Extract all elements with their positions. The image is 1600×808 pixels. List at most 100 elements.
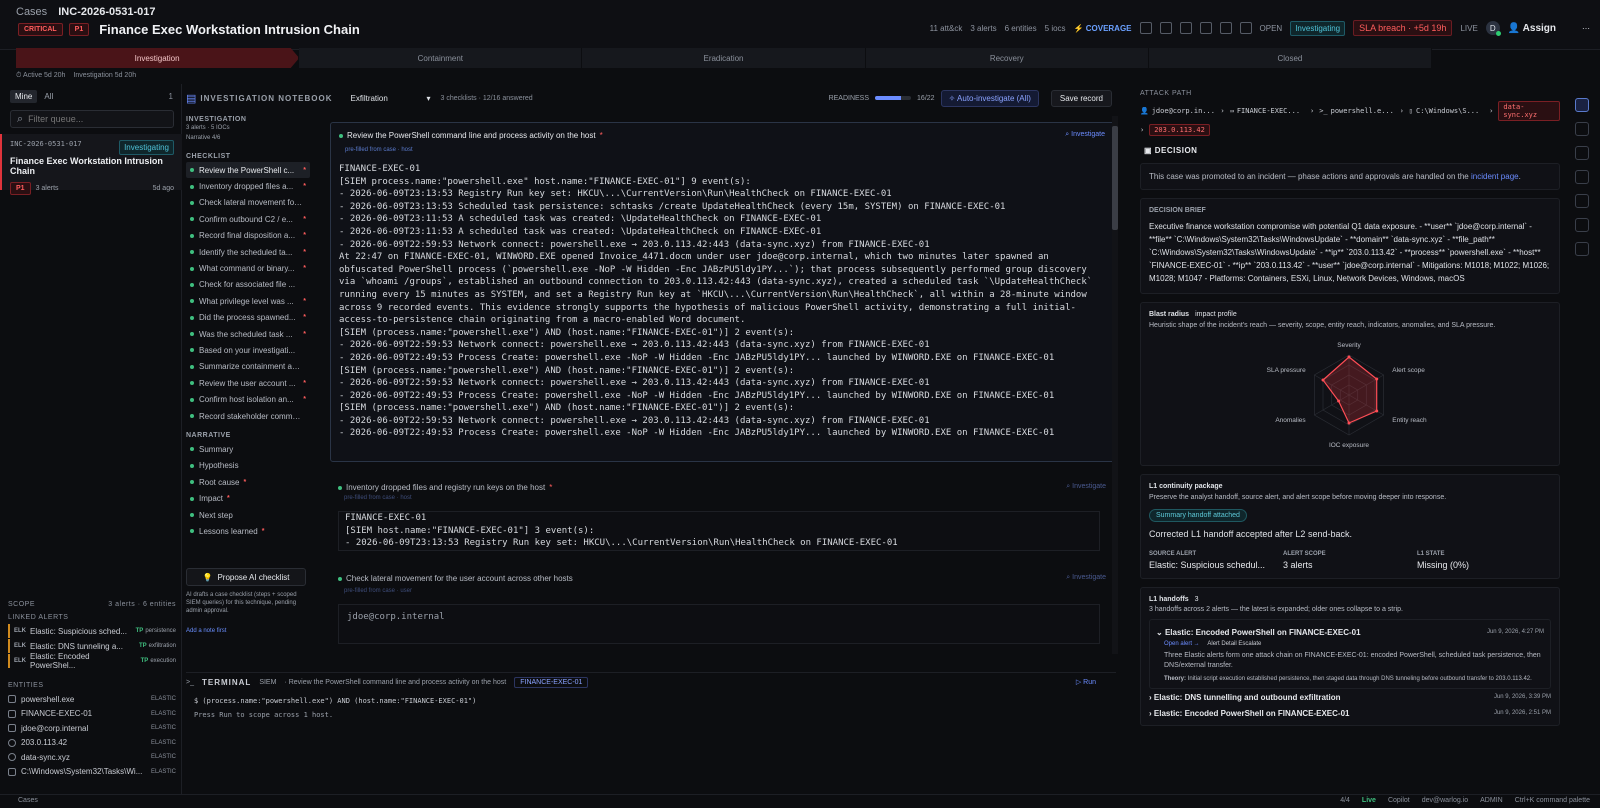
- bug-icon[interactable]: [1199, 22, 1212, 34]
- checklist-item-label: Was the scheduled task ...: [199, 329, 293, 339]
- checklist-item[interactable]: Summarize containment an...: [186, 359, 310, 375]
- checklist-item[interactable]: Check lateral movement for...: [186, 195, 310, 211]
- graph-icon[interactable]: [1575, 242, 1589, 256]
- checklist-item[interactable]: Record stakeholder commu...: [186, 408, 310, 424]
- phase-eradication[interactable]: Eradication: [582, 48, 866, 68]
- tab-all[interactable]: All: [39, 90, 58, 103]
- shield-icon[interactable]: [1575, 122, 1589, 136]
- task-answer[interactable]: FINANCE-EXEC-01 [SIEM host.name:"FINANCE…: [338, 511, 1100, 551]
- coverage-link[interactable]: ⚡ COVERAGE: [1074, 24, 1132, 33]
- ai-icon[interactable]: [1575, 146, 1589, 160]
- attack-path-node[interactable]: >_ powershell.e...: [1319, 107, 1394, 115]
- entity-row[interactable]: C:\Windows\System32\Tasks\Wi... ELASTIC: [8, 765, 176, 780]
- l1-continuity-card: L1 continuity package Preserve the analy…: [1140, 474, 1560, 579]
- checklist-item[interactable]: Record final disposition a... *: [186, 228, 310, 244]
- linked-alert[interactable]: ELK Elastic: Encoded PowerShel... TP execut…: [8, 652, 176, 670]
- investigate-button[interactable]: ⌕ Investigate: [1066, 483, 1106, 491]
- assign-label: Assign: [1522, 22, 1556, 34]
- terminal-query[interactable]: $ (process.name:"powershell.exe") AND (h…: [194, 697, 1116, 705]
- command-palette-hint[interactable]: Ctrl+K command palette: [1515, 797, 1590, 804]
- checklist-item[interactable]: Based on your investigati...: [186, 342, 310, 358]
- checklist-item[interactable]: Review the PowerShell c... *: [186, 162, 310, 179]
- handoff-collapsed[interactable]: › Elastic: Encoded PowerShell on FINANCE…: [1149, 705, 1551, 721]
- entity-row[interactable]: powershell.exe ELASTIC: [8, 692, 176, 707]
- narrative-item[interactable]: Impact *: [186, 490, 310, 506]
- linked-alert[interactable]: ELK Elastic: DNS tunneling a... TP exfiltra…: [8, 639, 176, 653]
- avatar[interactable]: D: [1485, 21, 1501, 36]
- checklist-item[interactable]: Confirm outbound C2 / e... *: [186, 211, 310, 227]
- checklist-item[interactable]: Was the scheduled task ... *: [186, 326, 310, 342]
- phase-investigation[interactable]: Investigation: [16, 48, 300, 68]
- narrative-progress: Narrative 4/6: [186, 135, 221, 141]
- checklist-item[interactable]: Check for associated file ...: [186, 277, 310, 293]
- search-icon[interactable]: [1239, 22, 1252, 34]
- copilot-button[interactable]: Copilot: [1388, 797, 1410, 804]
- open-toggle[interactable]: OPEN: [1260, 24, 1283, 33]
- queue-card[interactable]: INC-2026-0531-017 Investigating Finance …: [0, 134, 182, 195]
- incident-page-link[interactable]: incident page: [1471, 172, 1519, 181]
- checklist-item[interactable]: What privilege level was ... *: [186, 293, 310, 309]
- checklist-item[interactable]: Confirm host isolation an... *: [186, 391, 310, 407]
- source-alert-value[interactable]: Elastic: Suspicious schedul...: [1149, 560, 1283, 570]
- attack-path-node[interactable]: 👤 jdoe@corp.in...: [1140, 107, 1215, 115]
- entity-row[interactable]: data-sync.xyz ELASTIC: [8, 750, 176, 765]
- phase-recovery[interactable]: Recovery: [865, 48, 1149, 68]
- checklist-icon[interactable]: [1575, 218, 1589, 232]
- open-alert-link[interactable]: Open alert →: [1164, 641, 1200, 647]
- status-cases[interactable]: Cases: [18, 797, 38, 804]
- save-record-button[interactable]: Save record: [1050, 89, 1112, 107]
- entity-row[interactable]: jdoe@corp.internal ELASTIC: [8, 721, 176, 736]
- status-badge[interactable]: Investigating: [1290, 20, 1346, 36]
- add-note-link[interactable]: Add a note first: [186, 628, 226, 634]
- assign-button[interactable]: 👤 Assign: [1508, 23, 1556, 34]
- task-answer[interactable]: FINANCE-EXEC-01 [SIEM process.name:"powe…: [339, 163, 1101, 453]
- scrollbar-thumb[interactable]: [1112, 126, 1118, 230]
- handoff-title: Elastic: Encoded PowerShell on FINANCE-E…: [1164, 627, 1361, 637]
- run-button[interactable]: ▷ Run: [1076, 678, 1096, 686]
- report-icon[interactable]: [1219, 22, 1232, 34]
- tab-mine[interactable]: Mine: [10, 90, 38, 103]
- wrench-icon[interactable]: [1159, 22, 1172, 34]
- history-icon[interactable]: [1575, 194, 1589, 208]
- task-answer[interactable]: jdoe@corp.internal: [338, 604, 1100, 644]
- more-icon[interactable]: ⋯: [1582, 24, 1590, 33]
- filter-queue-input[interactable]: [28, 114, 159, 124]
- alert-icon[interactable]: [1575, 170, 1589, 184]
- checklist-item-label: Summarize containment an...: [199, 362, 303, 372]
- propose-ai-checklist-button[interactable]: 💡 Propose AI checklist: [186, 568, 306, 586]
- technique-select[interactable]: Exfiltration ▾: [346, 91, 434, 105]
- handoff-header[interactable]: ⌄ Elastic: Encoded PowerShell on FINANCE…: [1156, 624, 1544, 640]
- linked-alert[interactable]: ELK Elastic: Suspicious sched... TP persist…: [8, 624, 176, 638]
- narrative-item[interactable]: Summary: [186, 441, 310, 457]
- investigate-button[interactable]: ⌕ Investigate: [1065, 131, 1105, 139]
- notebook-scrollbar[interactable]: [1112, 116, 1118, 654]
- narrative-item[interactable]: Lessons learned *: [186, 523, 310, 539]
- checklist-item[interactable]: Review the user account ... *: [186, 375, 310, 391]
- phase-containment[interactable]: Containment: [299, 48, 583, 68]
- attack-path-node[interactable]: 203.0.113.42: [1149, 124, 1210, 136]
- handoff-collapsed[interactable]: › Elastic: DNS tunnelling and outbound e…: [1149, 689, 1551, 705]
- breadcrumb-cases[interactable]: Cases: [16, 6, 47, 18]
- attack-path-node[interactable]: data-sync.xyz: [1498, 101, 1560, 121]
- checklist-item[interactable]: What command or binary... *: [186, 260, 310, 276]
- checklist-item[interactable]: Inventory dropped files a... *: [186, 178, 310, 194]
- document-icon[interactable]: [1139, 22, 1152, 34]
- status-checks: 4/4: [1340, 797, 1350, 804]
- auto-investigate-button[interactable]: ✧ Auto-investigate (All): [940, 89, 1039, 107]
- phase-stepper: Investigation Containment Eradication Re…: [16, 48, 1433, 68]
- phase-closed[interactable]: Closed: [1148, 48, 1433, 68]
- checklist-item-label: What privilege level was ...: [199, 296, 294, 306]
- clipboard-icon[interactable]: [1575, 98, 1589, 112]
- attack-path-node[interactable]: ▯ C:\Windows\S...: [1409, 107, 1484, 115]
- narrative-item[interactable]: Next step: [186, 507, 310, 523]
- entity-row[interactable]: FINANCE-EXEC-01 ELASTIC: [8, 707, 176, 722]
- narrative-item[interactable]: Hypothesis: [186, 458, 310, 474]
- entity-row[interactable]: 203.0.113.42 ELASTIC: [8, 736, 176, 751]
- attack-path-node[interactable]: ▭ FINANCE-EXEC...: [1230, 107, 1305, 115]
- narrative-item[interactable]: Root cause *: [186, 474, 310, 490]
- checklist-item[interactable]: Did the process spawned... *: [186, 310, 310, 326]
- investigate-button[interactable]: ⌕ Investigate: [1066, 574, 1106, 582]
- terminal-host-chip[interactable]: FINANCE-EXEC-01: [514, 676, 589, 688]
- bolt-icon[interactable]: [1179, 22, 1192, 34]
- checklist-item[interactable]: Identify the scheduled ta... *: [186, 244, 310, 260]
